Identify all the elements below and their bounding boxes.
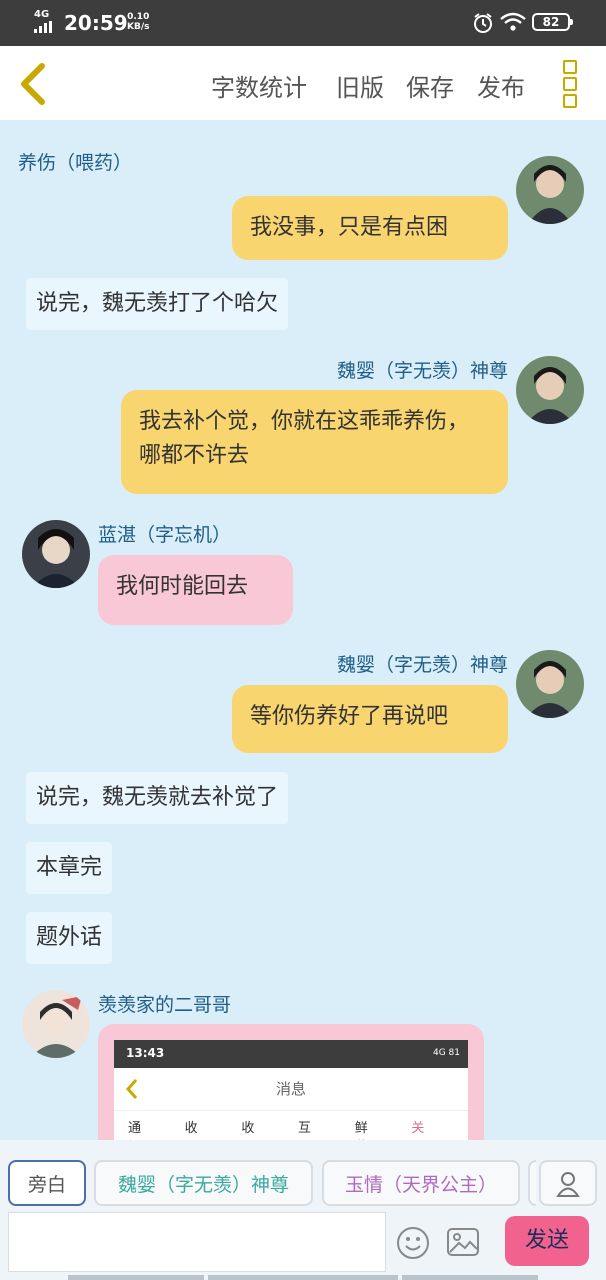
image-status-bar: 13:43 4G 81 <box>114 1040 468 1068</box>
chapter-title: 养伤（喂药） <box>18 152 133 174</box>
send-button[interactable]: 发送 <box>505 1216 589 1266</box>
battery-indicator: 82 <box>532 13 573 31</box>
message-input[interactable] <box>8 1212 386 1272</box>
role-more[interactable] <box>528 1160 536 1206</box>
signal-icon <box>34 21 52 33</box>
narration-text[interactable]: 题外话 <box>26 912 113 964</box>
net-speed: 0.10 KB/s <box>127 12 150 32</box>
image-tabs: 通知 收益 收藏 互动 鲜花 关注 <box>128 1121 425 1136</box>
avatar-weiying[interactable] <box>516 650 584 718</box>
role-weiying[interactable]: 魏婴（字无羡）神尊 <box>94 1160 313 1206</box>
message-bubble[interactable]: 我没事，只是有点困 <box>232 196 508 260</box>
message-bubble[interactable]: 我何时能回去 <box>98 555 293 625</box>
role-yuqing[interactable]: 玉情（天界公主） <box>322 1160 520 1206</box>
narration-text[interactable]: 说完，魏无羡打了个哈欠 <box>26 278 289 330</box>
message-bubble[interactable]: 我去补个觉，你就在这乖乖养伤，哪都不许去 <box>121 390 508 494</box>
user-icon <box>556 1172 580 1197</box>
alarm-icon <box>474 13 492 33</box>
narration-text[interactable]: 本章完 <box>26 842 113 894</box>
image-message[interactable]: 13:43 4G 81 消息 通知 收益 收藏 互动 鲜花 关注 <box>98 1024 484 1140</box>
speaker-name: 蓝湛（字忘机） <box>98 524 232 546</box>
image-icon[interactable] <box>446 1226 480 1258</box>
nav-indicator <box>68 1275 204 1280</box>
screenshot-image[interactable]: 13:43 4G 81 消息 通知 收益 收藏 互动 鲜花 关注 <box>114 1040 468 1140</box>
avatar-weiying[interactable] <box>516 356 584 424</box>
role-narrator[interactable]: 旁白 <box>8 1160 86 1206</box>
more-menu-icon[interactable] <box>562 60 582 108</box>
nav-indicator <box>402 1275 538 1280</box>
publish-button[interactable]: 发布 <box>477 68 525 103</box>
emoji-icon[interactable] <box>396 1226 430 1260</box>
editor-toolbar: 字数统计 旧版 保存 发布 <box>0 46 606 120</box>
back-icon[interactable] <box>14 62 54 106</box>
image-page-title: 消息 <box>114 1068 468 1111</box>
wifi-icon <box>500 12 526 31</box>
avatar-user[interactable] <box>22 990 90 1058</box>
add-role-button[interactable] <box>539 1160 597 1206</box>
role-selector: 旁白 魏婴（字无羡）神尊 玉情（天界公主） <box>0 1140 606 1210</box>
chat-area[interactable]: 养伤（喂药） 我没事，只是有点困 说完，魏无羡打了个哈欠 魏婴（字无羡）神尊 我… <box>0 120 606 1140</box>
clock: 20:59 <box>64 11 128 35</box>
status-bar: 4G 20:59 0.10 KB/s 82 <box>0 0 606 46</box>
back-icon <box>125 1079 138 1099</box>
avatar-lanzhan[interactable] <box>22 520 90 588</box>
save-button[interactable]: 保存 <box>406 68 454 103</box>
speaker-name: 羡羡家的二哥哥 <box>98 994 232 1016</box>
message-bubble[interactable]: 等你伤养好了再说吧 <box>232 685 508 753</box>
narration-text[interactable]: 说完，魏无羡就去补觉了 <box>26 772 289 824</box>
speaker-name: 魏婴（字无羡）神尊 <box>336 654 508 676</box>
composer: 发送 <box>0 1210 606 1280</box>
old-version-button[interactable]: 旧版 <box>336 68 384 103</box>
network-type: 4G <box>34 9 50 20</box>
word-count-button[interactable]: 字数统计 <box>211 68 307 103</box>
avatar-weiying[interactable] <box>516 156 584 224</box>
nav-indicator <box>208 1275 398 1280</box>
speaker-name: 魏婴（字无羡）神尊 <box>336 360 508 382</box>
